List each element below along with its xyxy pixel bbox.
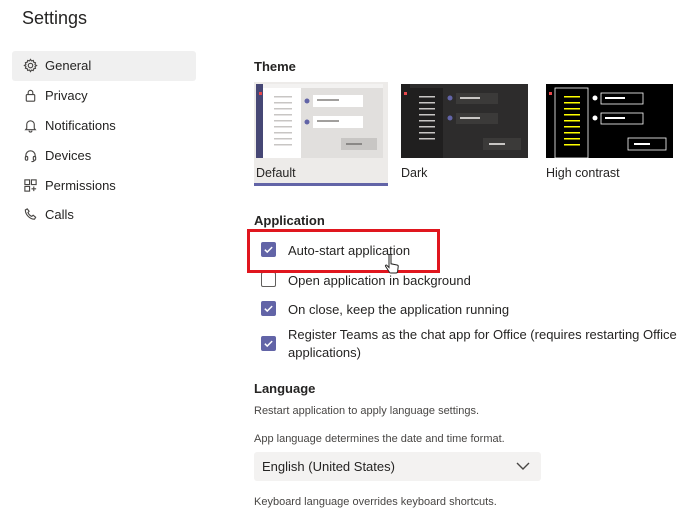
sidebar-item-permissions[interactable]: Permissions: [12, 170, 196, 200]
keep-running-checkbox[interactable]: On close, keep the application running: [261, 301, 678, 319]
theme-heading: Theme: [254, 59, 296, 74]
highlight-annotation-box: [247, 229, 440, 273]
checkbox-unchecked-icon: [261, 272, 276, 287]
theme-option-dark[interactable]: Dark: [399, 82, 533, 186]
sidebar-item-general[interactable]: General: [12, 51, 196, 81]
grid-icon: [22, 177, 38, 193]
sidebar-item-devices[interactable]: Devices: [12, 140, 196, 170]
page-title: Settings: [22, 8, 88, 28]
option-label: On close, keep the application running: [288, 302, 510, 317]
sidebar-item-calls[interactable]: Calls: [12, 200, 196, 230]
theme-option-default[interactable]: Default: [254, 82, 388, 186]
sidebar-item-privacy[interactable]: Privacy: [12, 81, 196, 111]
phone-icon: [22, 207, 38, 223]
sidebar-item-label: Devices: [45, 147, 92, 163]
bell-icon: [22, 117, 38, 133]
sidebar-item-label: Notifications: [45, 117, 116, 133]
dropdown-value: English (United States): [262, 459, 395, 474]
app-language-note: App language determines the date and tim…: [254, 433, 505, 445]
app-language-dropdown[interactable]: English (United States): [254, 452, 541, 481]
theme-preview-dark: [401, 84, 528, 158]
theme-preview-high-contrast: [546, 84, 673, 158]
theme-label: Dark: [401, 166, 428, 180]
theme-label: High contrast: [546, 166, 620, 180]
headset-icon: [22, 147, 38, 163]
theme-option-high-contrast[interactable]: High contrast: [544, 82, 678, 186]
theme-label: Default: [256, 166, 296, 180]
sidebar-item-label: Permissions: [45, 177, 116, 193]
chevron-down-icon: [515, 459, 531, 476]
settings-sidebar: General Privacy Notifications Devices Pe…: [12, 51, 196, 230]
sidebar-item-label: Calls: [45, 207, 74, 223]
register-chat-app-checkbox[interactable]: Register Teams as the chat app for Offic…: [261, 326, 678, 362]
open-in-background-checkbox[interactable]: Open application in background: [261, 272, 678, 290]
keyboard-language-note: Keyboard language overrides keyboard sho…: [254, 496, 497, 508]
gear-icon: [22, 58, 38, 74]
option-label: Register Teams as the chat app for Offic…: [288, 327, 677, 360]
sidebar-item-notifications[interactable]: Notifications: [12, 111, 196, 141]
sidebar-item-label: Privacy: [45, 88, 88, 104]
theme-preview-default: [256, 84, 383, 158]
language-heading: Language: [254, 381, 316, 396]
sidebar-item-label: General: [45, 58, 92, 74]
mouse-pointer-icon: [384, 253, 400, 281]
lock-icon: [22, 88, 38, 104]
checkbox-checked-icon: [261, 336, 276, 351]
checkbox-checked-icon: [261, 301, 276, 316]
restart-note: Restart application to apply language se…: [254, 405, 480, 417]
option-label: Open application in background: [288, 273, 471, 288]
application-heading: Application: [254, 213, 325, 228]
